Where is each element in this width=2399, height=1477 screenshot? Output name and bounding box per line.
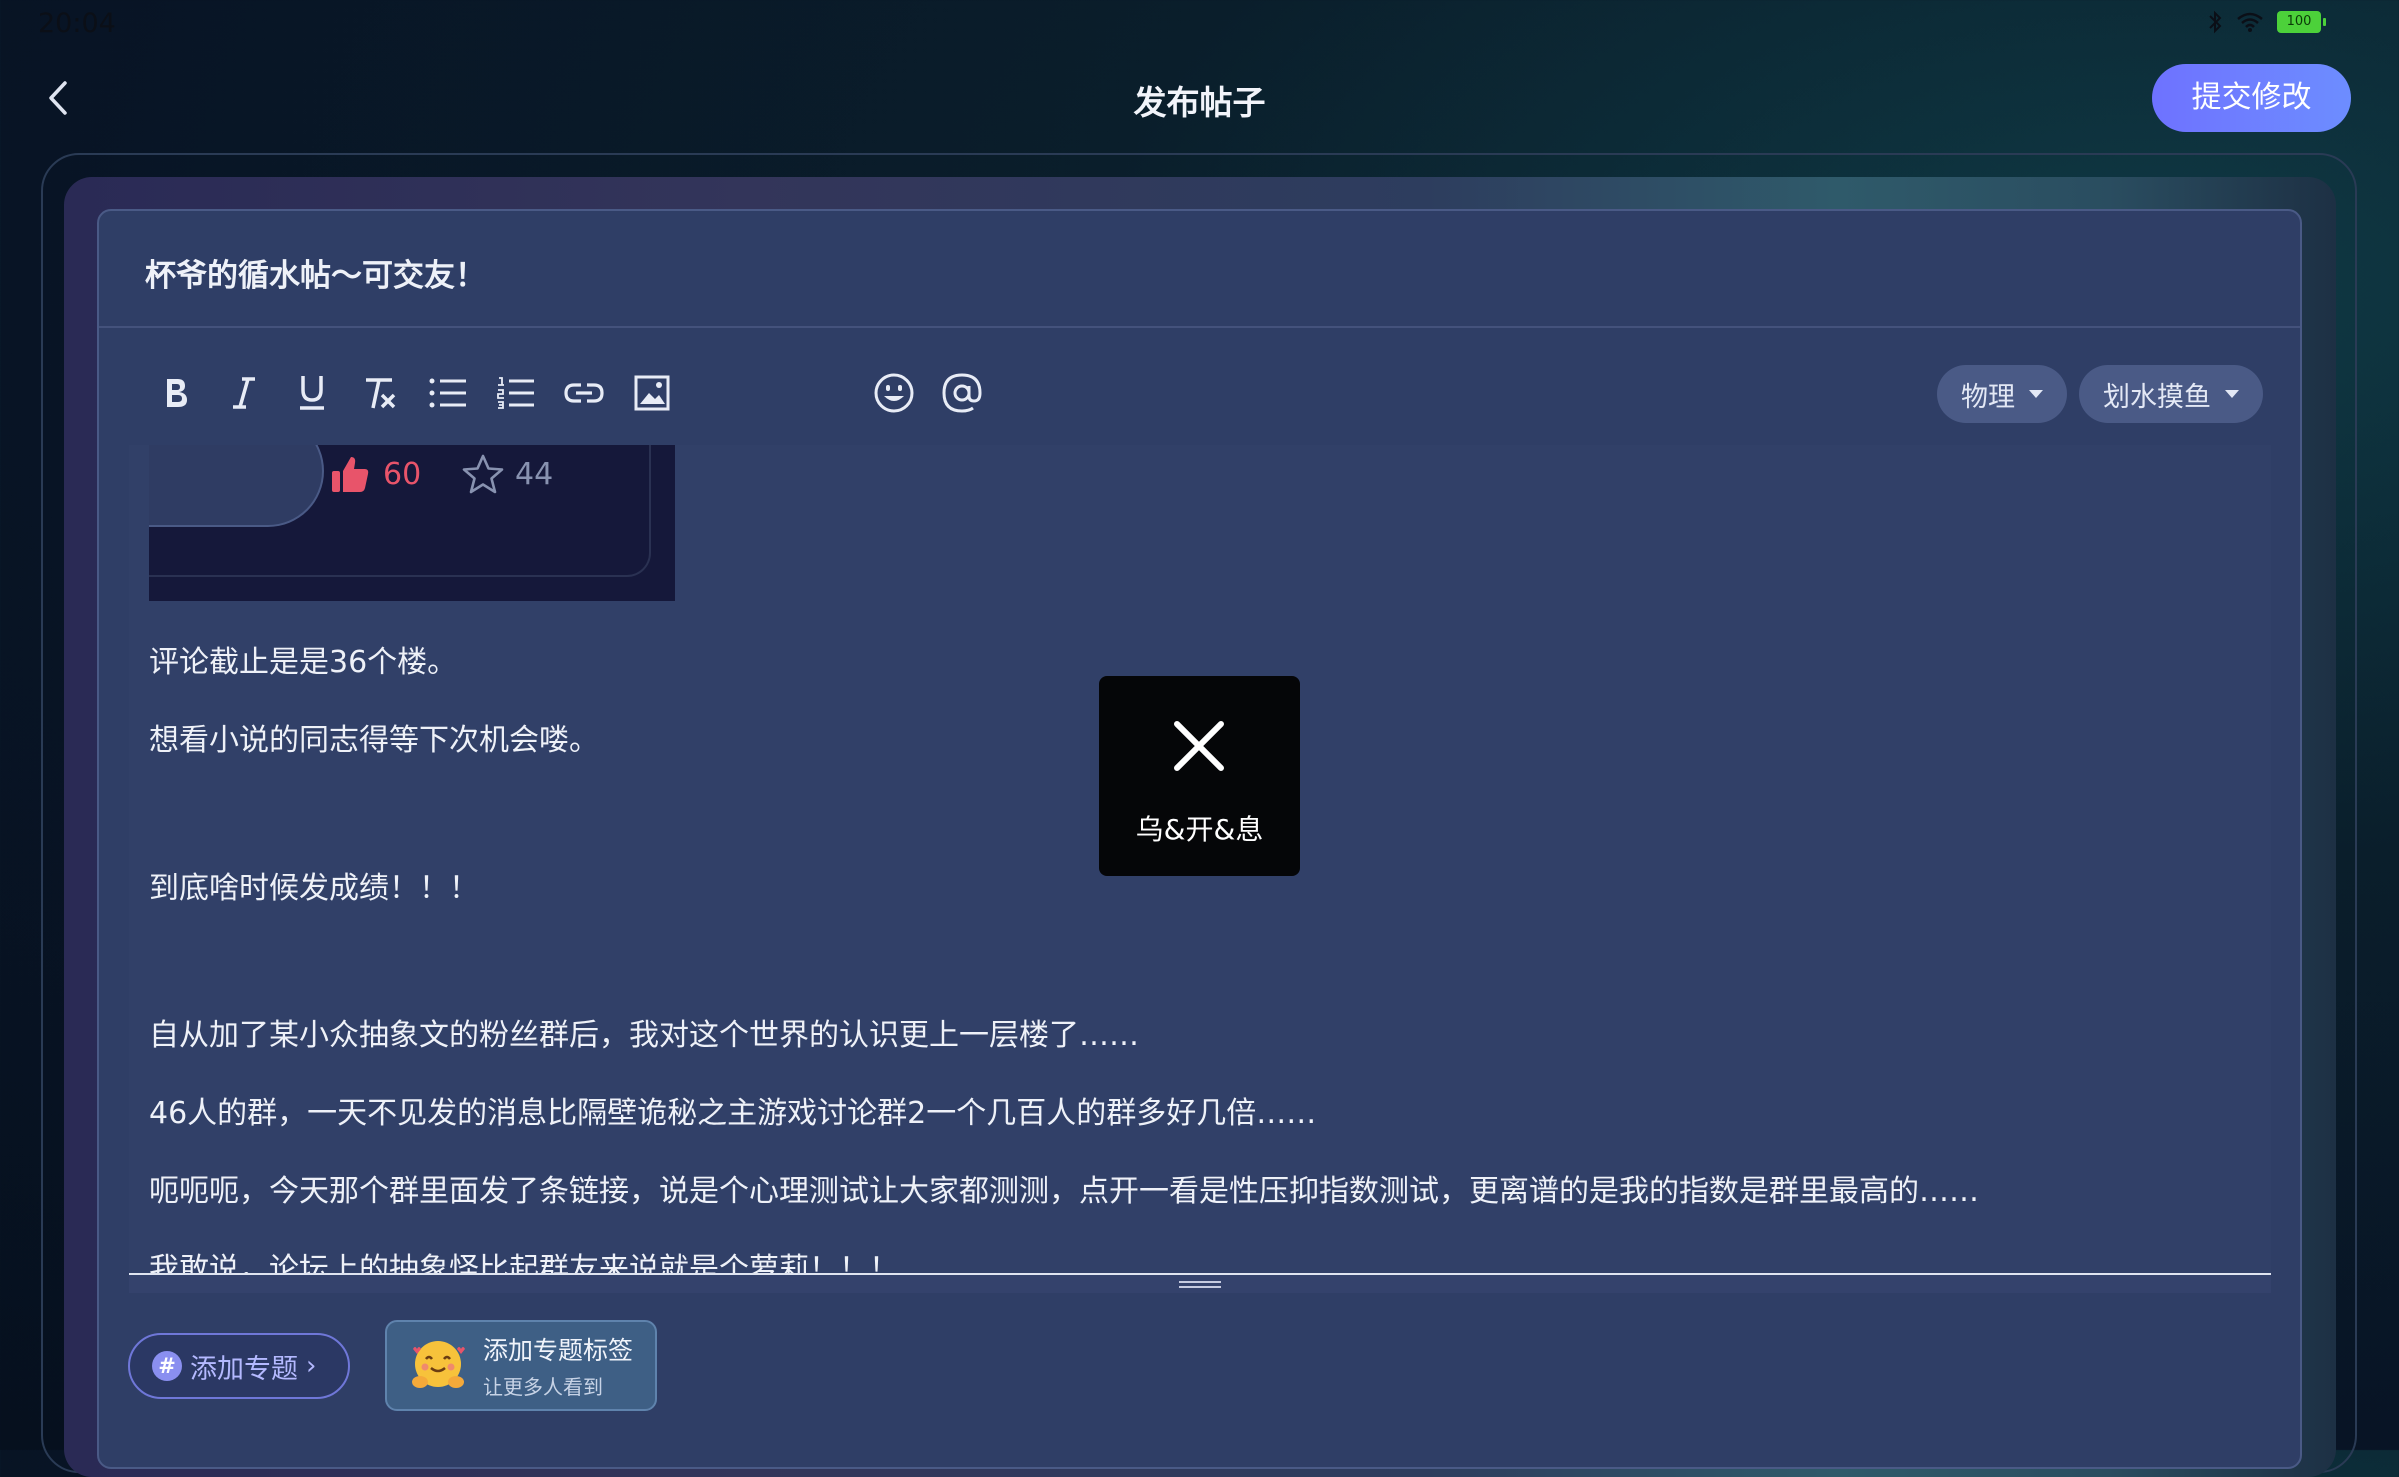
submit-button[interactable]: 提交修改 (2152, 64, 2351, 132)
hug-emoji-icon (412, 1340, 465, 1388)
clear-format-icon (366, 378, 396, 409)
embed-like-group: 60 (329, 453, 421, 495)
embed-like-count: 60 (383, 456, 422, 492)
battery-icon: 100 (2277, 11, 2326, 33)
topic-hint-bubble[interactable]: 添加专题标签 让更多人看到 (385, 1320, 657, 1411)
italic-button[interactable] (216, 365, 272, 421)
content-line: 自从加了某小众抽象文的粉丝群后，我对这个世界的认识更上一层楼了…… (149, 1018, 1139, 1053)
add-topic-button[interactable]: # 添加专题 › (128, 1333, 350, 1399)
embed-star-group: 44 (461, 453, 553, 495)
top-bar: 发布帖子 提交修改 (0, 50, 2399, 150)
bullet-list-icon (429, 378, 466, 408)
error-toast: 乌&开&息 (1099, 676, 1300, 876)
mention-icon (942, 373, 982, 413)
underline-icon (300, 376, 324, 410)
embed-star-count: 44 (515, 456, 554, 492)
image-button[interactable] (624, 365, 680, 421)
embedded-image[interactable]: 60 44 (149, 445, 675, 601)
underline-button[interactable] (284, 365, 340, 421)
page-title: 发布帖子 (1133, 83, 1266, 122)
bluetooth-icon (2209, 10, 2222, 34)
status-icons: 100 (2207, 10, 2326, 34)
content-line: 46人的群，一天不见发的消息比隔壁诡秘之主游戏讨论群2一个几百人的群多好几倍…… (149, 1096, 1317, 1131)
link-icon (564, 383, 604, 403)
subcategory-dropdown[interactable]: 划水摸鱼 (2079, 365, 2263, 423)
title-divider (99, 326, 2300, 328)
subcategory-dropdown-label: 划水摸鱼 (2103, 381, 2211, 413)
status-bar: 20:04 100 (0, 0, 2399, 50)
image-icon (634, 375, 670, 411)
editor-bottom-border (129, 1273, 2271, 1275)
numbered-list-button[interactable] (488, 365, 544, 421)
clear-format-button[interactable] (352, 365, 408, 421)
resize-handle[interactable] (1179, 1281, 1221, 1291)
add-topic-label: 添加专题 (190, 1353, 298, 1385)
hashtag-icon: # (152, 1351, 182, 1381)
emoji-icon (874, 373, 914, 413)
numbered-list-icon (497, 377, 534, 409)
link-button[interactable] (556, 365, 612, 421)
chevron-right-icon: › (306, 1351, 317, 1381)
close-icon (1174, 721, 1224, 771)
toast-message: 乌&开&息 (1135, 813, 1264, 846)
chevron-down-icon (2029, 390, 2043, 398)
category-dropdown-label: 物理 (1961, 381, 2015, 413)
emoji-button[interactable] (866, 365, 922, 421)
mention-button[interactable] (934, 365, 990, 421)
hint-subtitle: 让更多人看到 (483, 1375, 603, 1399)
content-line: 想看小说的同志得等下次机会喽。 (149, 723, 599, 758)
star-icon (462, 454, 504, 494)
bold-button[interactable] (148, 365, 204, 421)
content-line: 呃呃呃，今天那个群里面发了条链接，说是个心理测试让大家都测测，点开一看是性压抑指… (149, 1174, 1979, 1209)
bullet-list-button[interactable] (420, 365, 476, 421)
category-dropdown[interactable]: 物理 (1937, 365, 2067, 423)
wifi-icon (2237, 12, 2263, 32)
format-toolbar (148, 365, 1002, 421)
thumbs-up-icon (332, 457, 369, 492)
embed-pill (149, 445, 324, 527)
content-line: 评论截止是是36个楼。 (149, 645, 458, 680)
hint-text: 添加专题标签 让更多人看到 (483, 1331, 633, 1400)
bold-icon (167, 379, 187, 407)
status-time: 20:04 (38, 8, 116, 39)
content-line: 我敢说，论坛上的抽象怪比起群友来说就是个萝莉！！！ (149, 1252, 899, 1273)
hint-title: 添加专题标签 (483, 1336, 634, 1365)
content-line: 到底啥时候发成绩！！！ (149, 871, 479, 906)
post-title-input[interactable]: 杯爷的循水帖～可交友！ (145, 250, 486, 295)
chevron-down-icon (2225, 390, 2239, 398)
italic-icon (233, 377, 255, 409)
